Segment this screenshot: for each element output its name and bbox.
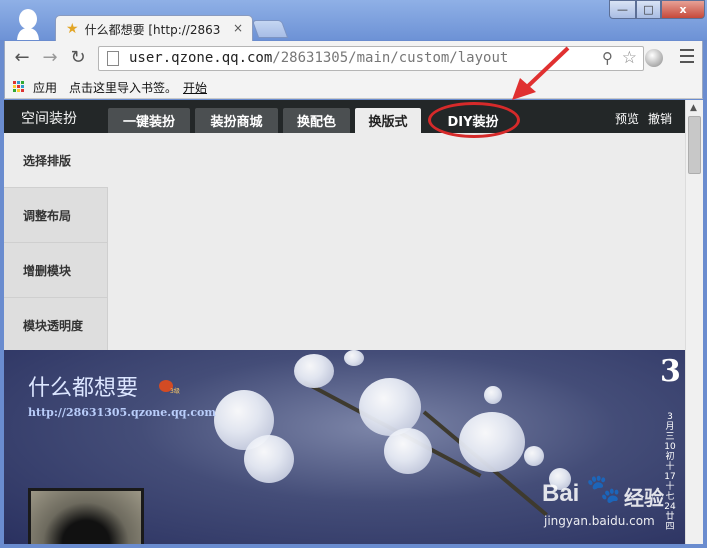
paw-icon: 🐾 [586, 472, 621, 505]
tab-change-color[interactable]: 换配色 [283, 108, 350, 133]
calendar-entry: 3 [667, 412, 673, 422]
profile-avatar-icon[interactable] [14, 8, 42, 40]
baidu-watermark-logo: Bai [542, 480, 580, 507]
diy-title: 空间装扮 [21, 111, 77, 127]
tab-one-click-dress[interactable]: 一键装扮 [108, 108, 190, 133]
blossom-decoration [244, 435, 294, 483]
calendar-entry: 24 [664, 502, 676, 512]
window-titlebar: ★ 什么都想要 [http://2863 × — □ x [0, 0, 707, 42]
tab-change-layout[interactable]: 换版式 [355, 108, 421, 133]
page-viewport: 空间装扮 一键装扮 装扮商城 换配色 换版式 DIY装扮 预览 撤销 选择排版 … [4, 100, 685, 544]
blossom-decoration [484, 386, 502, 404]
url-host: user.qzone.qq.com [129, 50, 273, 66]
page-scrollbar[interactable]: ▲ [685, 100, 703, 544]
search-icon[interactable]: ⚲ [602, 49, 613, 67]
blossom-decoration [459, 412, 525, 472]
new-tab-button[interactable] [251, 20, 289, 38]
blossom-decoration [524, 446, 544, 466]
side-item-select-layout[interactable]: 选择排版 [4, 133, 108, 188]
blossom-decoration [384, 428, 432, 474]
tab-close-icon[interactable]: × [233, 21, 243, 35]
url-path: /28631305/main/custom/layout [272, 50, 509, 66]
browser-toolbar: ← → ↻ user.qzone.qq.com/28631305/main/cu… [4, 41, 703, 75]
reload-icon[interactable]: ↻ [68, 48, 88, 68]
scroll-up-icon[interactable]: ▲ [690, 103, 697, 113]
tab-title: 什么都想要 [http://2863 [84, 22, 221, 37]
calendar-entry: 四 [665, 522, 675, 532]
calendar-entry: 七 [665, 492, 675, 502]
baidu-watermark-exp: 经验 [624, 486, 664, 510]
bookmark-apps[interactable]: 应用 [33, 79, 57, 96]
bookmarks-bar: 应用 点击这里导入书签。 开始 [4, 75, 703, 99]
maximize-button[interactable]: □ [636, 0, 661, 19]
star-icon: ★ [66, 21, 79, 37]
scroll-thumb[interactable] [688, 116, 701, 174]
calendar-entry: 10 [664, 442, 676, 452]
globe-icon[interactable] [645, 49, 663, 67]
level-badge: 3级 [170, 388, 180, 395]
blossom-decoration [344, 350, 364, 366]
bookmark-star-icon[interactable]: ☆ [622, 48, 637, 68]
calendar-entry: 廿 [665, 512, 675, 522]
undo-button[interactable]: 撤销 [648, 110, 672, 127]
close-window-button[interactable]: x [661, 0, 705, 19]
calendar-entry: 十 [665, 462, 675, 472]
calendar-day: 3 [660, 354, 681, 389]
side-item-edit-modules[interactable]: 增删模块 [4, 243, 108, 298]
blossom-decoration [294, 354, 334, 388]
preview-button[interactable]: 预览 [615, 110, 639, 127]
space-url[interactable]: http://28631305.qzone.qq.com [28, 406, 216, 419]
back-arrow-icon[interactable]: ← [12, 48, 32, 68]
annotation-ellipse [428, 102, 520, 138]
avatar-photo[interactable] [28, 488, 144, 544]
calendar-entry: 十 [665, 482, 675, 492]
address-bar[interactable]: user.qzone.qq.com/28631305/main/custom/l… [98, 46, 644, 71]
bookmark-start-link[interactable]: 开始 [183, 79, 207, 96]
layout-side-menu: 选择排版 调整布局 增删模块 模块透明度 [4, 133, 108, 353]
side-item-adjust-layout[interactable]: 调整布局 [4, 188, 108, 243]
calendar-entry: 初 [665, 452, 675, 462]
apps-grid-icon[interactable] [13, 81, 25, 93]
baidu-watermark-url: jingyan.baidu.com [544, 514, 655, 528]
diy-toolbar: 空间装扮 一键装扮 装扮商城 换配色 换版式 DIY装扮 预览 撤销 [4, 100, 685, 133]
calendar-entry: 三 [665, 432, 675, 442]
forward-arrow-icon[interactable]: → [40, 48, 60, 68]
minimize-button[interactable]: — [609, 0, 636, 19]
menu-icon[interactable] [680, 49, 694, 63]
calendar-column: 3 月 三 10 初 十 17 十 七 24 廿 四 [664, 412, 676, 532]
space-title: 什么都想要 [28, 376, 139, 401]
calendar-entry: 月 [665, 422, 675, 432]
browser-tab[interactable]: ★ 什么都想要 [http://2863 × [55, 15, 253, 42]
side-item-module-opacity[interactable]: 模块透明度 [4, 298, 108, 353]
url-text[interactable]: user.qzone.qq.com/28631305/main/custom/l… [129, 50, 508, 66]
bookmark-import-hint: 点击这里导入书签。 [69, 81, 178, 95]
calendar-entry: 17 [664, 472, 676, 482]
qzone-banner: 什么都想要 3级 http://28631305.qzone.qq.com 3 … [4, 350, 685, 544]
tab-dress-mall[interactable]: 装扮商城 [195, 108, 278, 133]
page-icon [107, 51, 119, 66]
